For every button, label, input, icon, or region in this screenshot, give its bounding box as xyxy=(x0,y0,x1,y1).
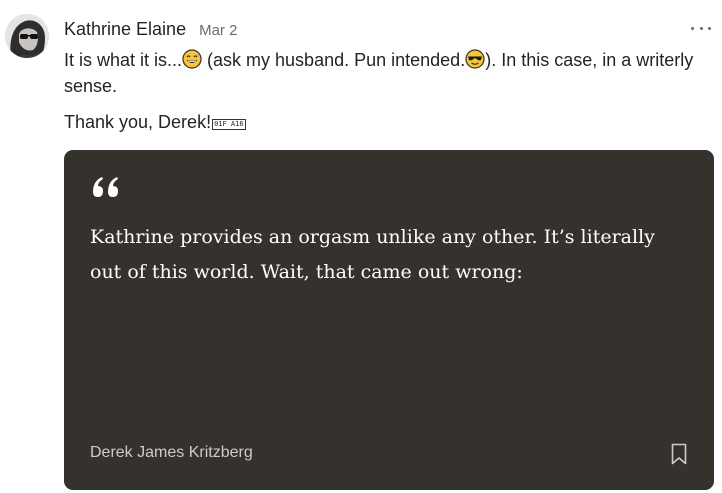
sunglasses-emoji-icon xyxy=(465,49,485,69)
more-dot xyxy=(699,26,703,30)
author-name[interactable]: Kathrine Elaine xyxy=(64,19,186,40)
more-icon[interactable] xyxy=(691,20,711,36)
comment-paragraph: It is what it is... (ask my husband. Pun… xyxy=(64,47,704,99)
bookmark-icon[interactable] xyxy=(670,443,688,465)
quote-text: Kathrine provides an orgasm unlike any o… xyxy=(90,226,655,283)
comment-header: Kathrine Elaine Mar 2 xyxy=(64,19,237,43)
quote-card[interactable]: Kathrine provides an orgasm unlike any o… xyxy=(64,150,714,490)
comment-thanks: Thank you, Derek! xyxy=(64,112,212,132)
comment-text: (ask my husband. Pun intended. xyxy=(202,50,466,70)
quote-mark-icon xyxy=(93,177,118,197)
more-dot xyxy=(691,26,694,30)
avatar-image xyxy=(5,14,49,58)
avatar[interactable] xyxy=(5,14,49,58)
comment-body: It is what it is... (ask my husband. Pun… xyxy=(64,47,704,135)
missing-glyph-icon: 01F A16 xyxy=(212,119,246,130)
comment-date[interactable]: Mar 2 xyxy=(199,22,237,39)
quote-author[interactable]: Derek James Kritzberg xyxy=(90,444,253,462)
grinning-sweat-emoji-icon xyxy=(182,49,202,69)
more-dot xyxy=(708,26,711,30)
comment-paragraph: Thank you, Derek! 01F A16 xyxy=(64,109,704,135)
comment-text: It is what it is... xyxy=(64,50,183,70)
